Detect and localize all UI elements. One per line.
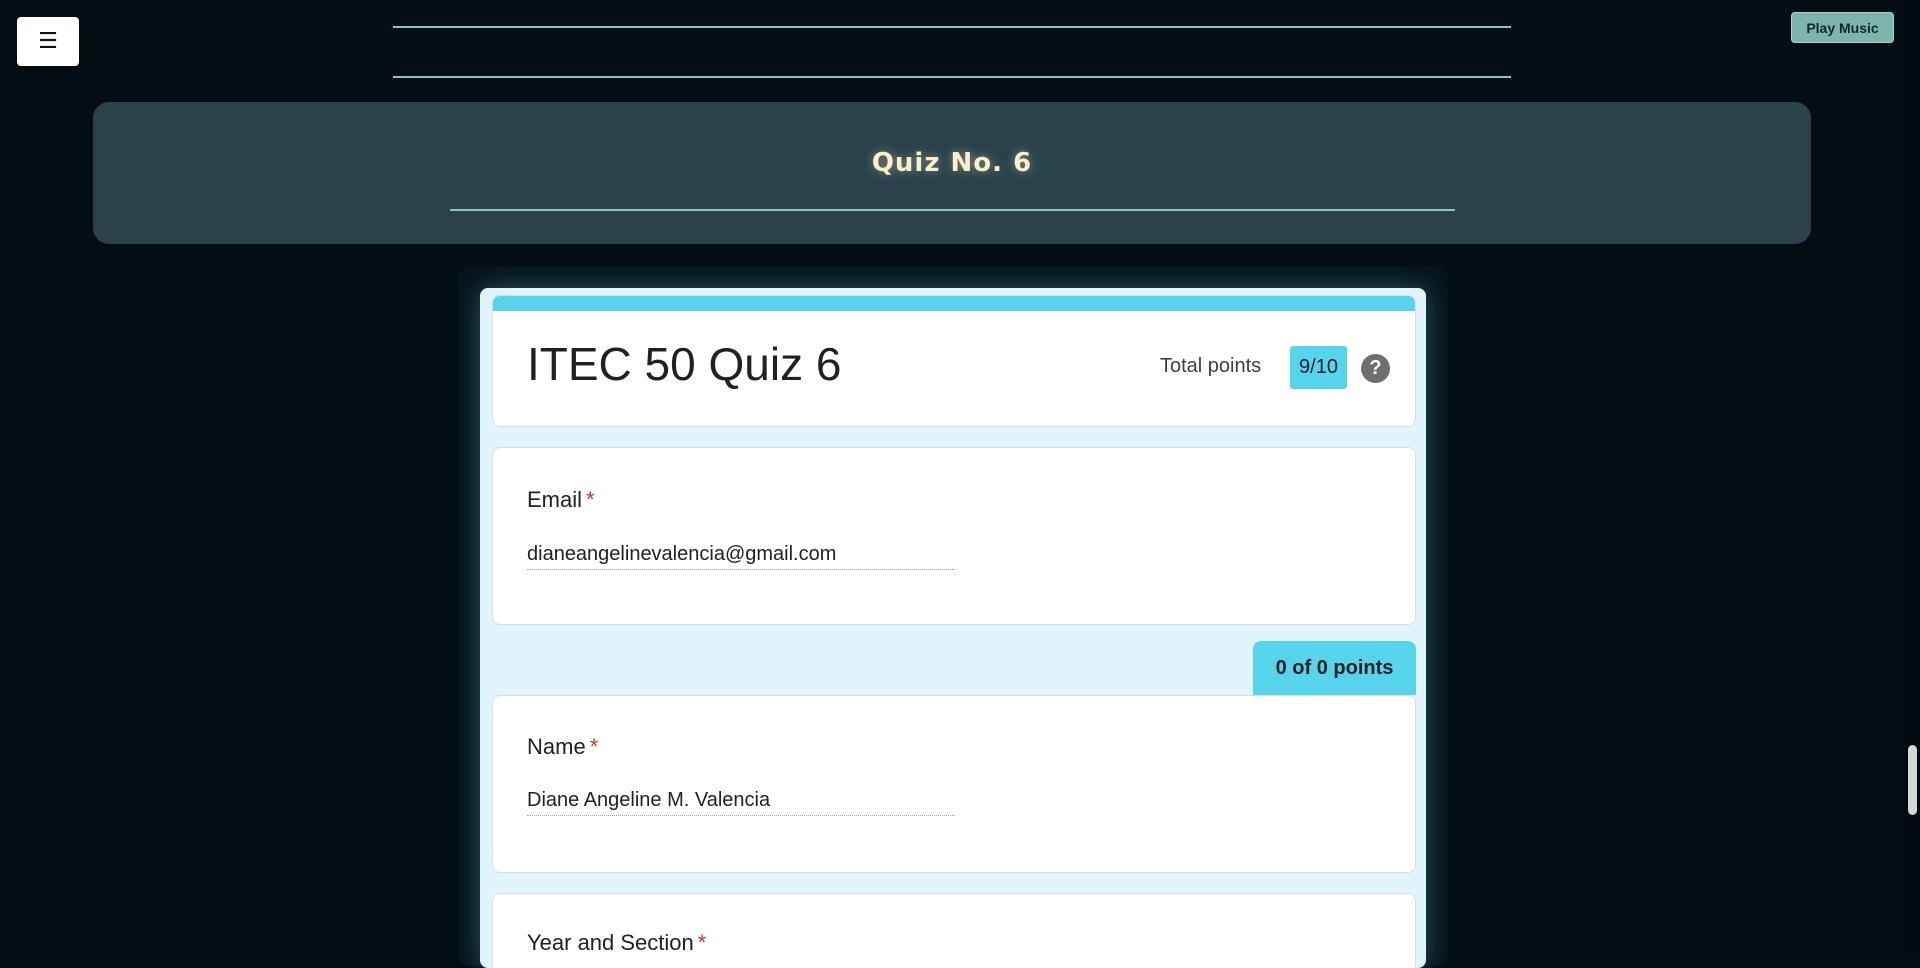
question-label: Name * bbox=[527, 734, 598, 760]
question-card-name: Name * Diane Angeline M. Valencia bbox=[492, 695, 1416, 873]
question-card-email: Email * dianeangelinevalencia@gmail.com bbox=[492, 447, 1416, 625]
play-music-button[interactable]: Play Music bbox=[1791, 12, 1894, 43]
page-title: Quiz No. 6 bbox=[871, 148, 1033, 178]
question-card-year-section: Year and Section * bbox=[492, 893, 1416, 968]
question-label: Year and Section * bbox=[527, 930, 706, 956]
answer-value: Diane Angeline M. Valencia bbox=[527, 789, 955, 816]
embedded-form[interactable]: ITEC 50 Quiz 6 Total points 9/10 ? Email… bbox=[480, 288, 1426, 968]
hamburger-menu-button[interactable]: ☰ bbox=[17, 17, 79, 66]
scrollbar-thumb[interactable] bbox=[1908, 745, 1917, 815]
question-label: Email * bbox=[527, 487, 595, 513]
accent-strip bbox=[493, 296, 1415, 311]
title-underline bbox=[450, 209, 1455, 211]
question-text: Year and Section bbox=[527, 930, 694, 955]
question-text: Name bbox=[527, 734, 586, 759]
answer-value: dianeangelinevalencia@gmail.com bbox=[527, 543, 955, 570]
required-asterisk: * bbox=[586, 487, 595, 512]
required-asterisk: * bbox=[697, 930, 707, 955]
total-points-label: Total points bbox=[1160, 355, 1262, 377]
menu-icon: ☰ bbox=[38, 29, 58, 54]
top-divider-line-2 bbox=[393, 76, 1511, 78]
help-icon[interactable]: ? bbox=[1361, 354, 1390, 383]
question-text: Email bbox=[527, 487, 583, 512]
section-score-badge: 0 of 0 points bbox=[1253, 641, 1416, 695]
required-asterisk: * bbox=[589, 734, 599, 759]
form-title: ITEC 50 Quiz 6 bbox=[527, 338, 842, 390]
form-title-card: ITEC 50 Quiz 6 Total points 9/10 ? bbox=[492, 295, 1416, 427]
top-divider-line bbox=[393, 26, 1511, 28]
quiz-header-panel: Quiz No. 6 bbox=[93, 102, 1811, 244]
total-points-badge: 9/10 bbox=[1290, 346, 1347, 389]
